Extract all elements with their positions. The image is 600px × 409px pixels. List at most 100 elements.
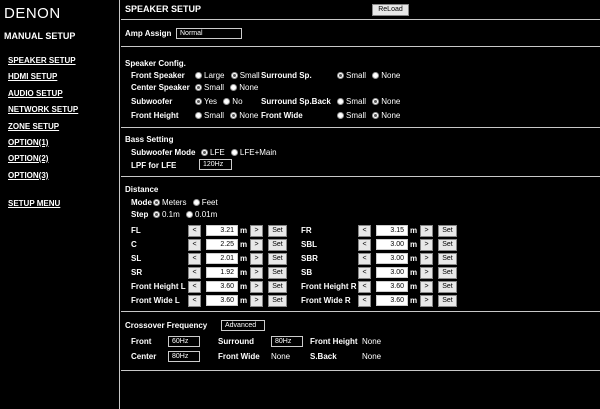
distance-value[interactable]: 3.21 (206, 225, 238, 236)
set-button[interactable]: Set (268, 225, 287, 237)
crossover-surround-select[interactable]: 80Hz (271, 336, 303, 347)
increase-button[interactable]: > (250, 239, 263, 251)
decrease-button[interactable]: < (358, 267, 371, 279)
distance-value[interactable]: 3.60 (376, 295, 408, 306)
increase-button[interactable]: > (420, 267, 433, 279)
distance-value[interactable]: 2.01 (206, 253, 238, 264)
distance-label: Front Height L (131, 282, 186, 291)
unit-label: m (240, 296, 248, 305)
unit-label: m (410, 240, 418, 249)
step-0-1-radio[interactable]: 0.1m (153, 210, 180, 219)
nav-option-3[interactable]: OPTION(3) (8, 171, 48, 180)
distance-value[interactable]: 3.00 (376, 239, 408, 250)
increase-button[interactable]: > (420, 225, 433, 237)
decrease-button[interactable]: < (358, 253, 371, 265)
decrease-button[interactable]: < (358, 239, 371, 251)
set-button[interactable]: Set (268, 281, 287, 293)
nav-speaker-setup[interactable]: SPEAKER SETUP (8, 56, 76, 65)
increase-button[interactable]: > (250, 295, 263, 307)
set-button[interactable]: Set (268, 295, 287, 307)
front-wide-small-radio[interactable]: Small (337, 111, 366, 120)
front-large-radio[interactable]: Large (195, 71, 224, 80)
decrease-button[interactable]: < (188, 267, 201, 279)
radio-icon (372, 98, 380, 105)
distance-value[interactable]: 3.60 (376, 281, 408, 292)
increase-button[interactable]: > (420, 295, 433, 307)
distance-value[interactable]: 3.15 (376, 225, 408, 236)
distance-label: SB (301, 268, 313, 277)
distance-value[interactable]: 2.25 (206, 239, 238, 250)
decrease-button[interactable]: < (188, 281, 201, 293)
distance-label: Front Wide L (131, 296, 180, 305)
crossover-center-select[interactable]: 80Hz (168, 351, 200, 362)
subwoofer-yes-radio[interactable]: Yes (195, 97, 217, 106)
surround-small-radio[interactable]: Small (337, 71, 366, 80)
front-height-none-radio[interactable]: None (230, 111, 258, 120)
meters-radio[interactable]: Meters (153, 198, 186, 207)
front-small-radio[interactable]: Small (230, 71, 260, 80)
distance-label: C (131, 240, 137, 249)
decrease-button[interactable]: < (188, 239, 201, 251)
crossover-front-select[interactable]: 60Hz (168, 336, 200, 347)
sidebar: DENON MANUAL SETUP SPEAKER SETUP HDMI SE… (0, 0, 120, 409)
increase-button[interactable]: > (420, 281, 433, 293)
surround-back-small-radio[interactable]: Small (337, 97, 366, 106)
decrease-button[interactable]: < (358, 295, 371, 307)
distance-title: Distance (125, 185, 159, 194)
lpf-select[interactable]: 120Hz (199, 159, 232, 170)
nav-option-1[interactable]: OPTION(1) (8, 138, 48, 147)
crossover-front-height-label: Front Height (310, 337, 358, 346)
increase-button[interactable]: > (250, 253, 263, 265)
feet-radio[interactable]: Feet (192, 198, 218, 207)
set-button[interactable]: Set (268, 239, 287, 251)
nav-hdmi-setup[interactable]: HDMI SETUP (8, 72, 57, 81)
unit-label: m (410, 254, 418, 263)
set-button[interactable]: Set (438, 239, 457, 251)
front-height-small-radio[interactable]: Small (195, 111, 224, 120)
reload-button[interactable]: ReLoad (372, 4, 409, 16)
increase-button[interactable]: > (250, 281, 263, 293)
nav-network-setup[interactable]: NETWORK SETUP (8, 105, 78, 114)
set-button[interactable]: Set (438, 253, 457, 265)
increase-button[interactable]: > (250, 267, 263, 279)
nav-option-2[interactable]: OPTION(2) (8, 154, 48, 163)
set-button[interactable]: Set (438, 295, 457, 307)
distance-value[interactable]: 3.60 (206, 295, 238, 306)
set-button[interactable]: Set (438, 267, 457, 279)
distance-value[interactable]: 1.92 (206, 267, 238, 278)
decrease-button[interactable]: < (188, 253, 201, 265)
decrease-button[interactable]: < (358, 225, 371, 237)
center-none-radio[interactable]: None (230, 83, 258, 92)
distance-value[interactable]: 3.60 (206, 281, 238, 292)
center-small-radio[interactable]: Small (195, 83, 224, 92)
lfe-main-radio[interactable]: LFE+Main (230, 148, 277, 157)
subwoofer-no-radio[interactable]: No (223, 97, 243, 106)
step-0-01-radio[interactable]: 0.01m (186, 210, 217, 219)
surround-none-radio[interactable]: None (372, 71, 400, 80)
decrease-button[interactable]: < (188, 295, 201, 307)
set-button[interactable]: Set (438, 281, 457, 293)
increase-button[interactable]: > (420, 253, 433, 265)
crossover-mode-select[interactable]: Advanced (221, 320, 265, 331)
nav-zone-setup[interactable]: ZONE SETUP (8, 122, 59, 131)
nav-setup-menu[interactable]: SETUP MENU (8, 199, 60, 208)
set-button[interactable]: Set (438, 225, 457, 237)
crossover-front-height-value: None (362, 337, 382, 346)
front-wide-none-radio[interactable]: None (372, 111, 400, 120)
nav-audio-setup[interactable]: AUDIO SETUP (8, 89, 63, 98)
increase-button[interactable]: > (420, 239, 433, 251)
increase-button[interactable]: > (250, 225, 263, 237)
lfe-radio[interactable]: LFE (201, 148, 225, 157)
distance-value[interactable]: 3.00 (376, 267, 408, 278)
decrease-button[interactable]: < (188, 225, 201, 237)
radio-label: LFE (210, 148, 225, 157)
set-button[interactable]: Set (268, 253, 287, 265)
radio-label: Large (204, 71, 225, 80)
surround-back-none-radio[interactable]: None (372, 97, 400, 106)
divider (121, 311, 600, 312)
radio-icon (186, 211, 194, 218)
decrease-button[interactable]: < (358, 281, 371, 293)
distance-value[interactable]: 3.00 (376, 253, 408, 264)
amp-assign-select[interactable]: Normal (176, 28, 242, 39)
set-button[interactable]: Set (268, 267, 287, 279)
